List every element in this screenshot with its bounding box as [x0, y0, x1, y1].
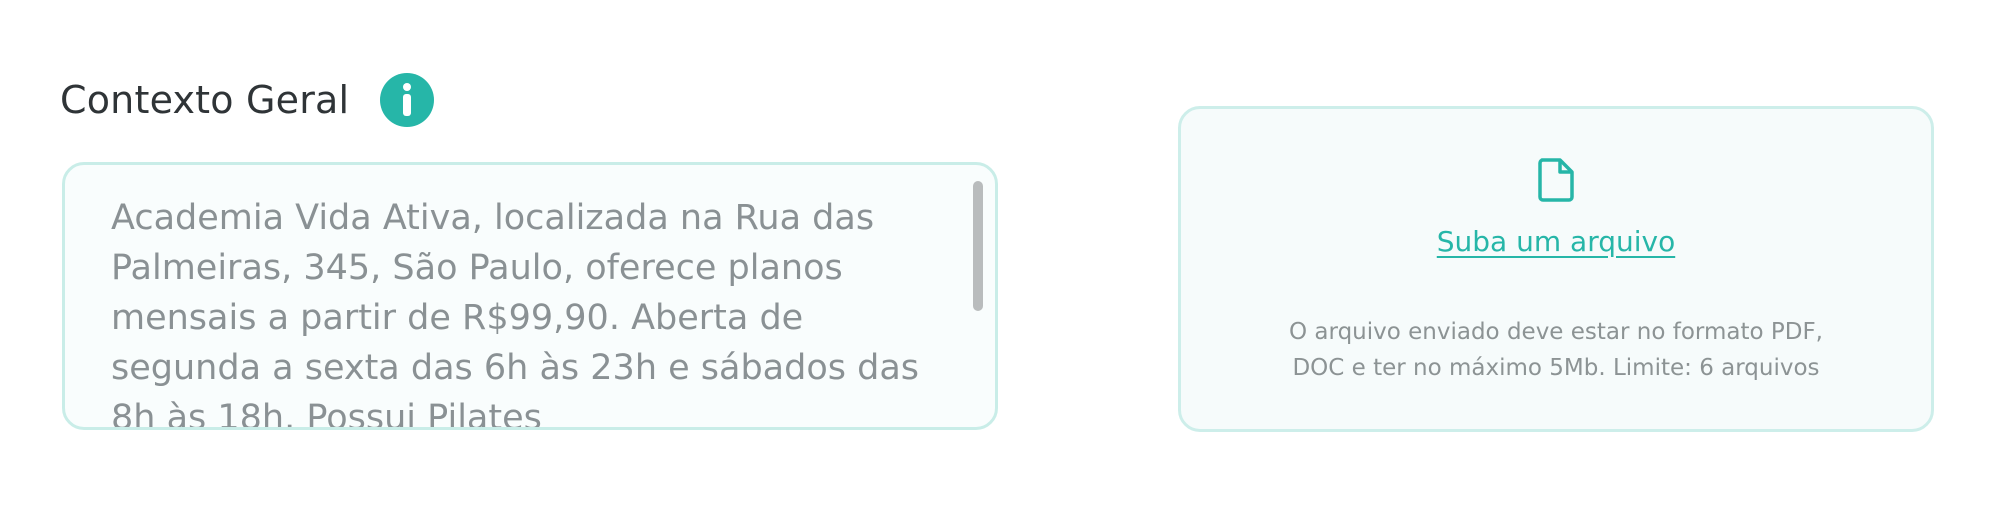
info-icon[interactable] [379, 72, 435, 128]
context-textarea[interactable]: Academia Vida Ativa, localizada na Rua d… [62, 162, 998, 430]
upload-note-line-2: DOC e ter no máximo 5Mb. Limite: 6 arqui… [1292, 355, 1820, 381]
section-title: Contexto Geral [60, 78, 350, 122]
file-icon [1536, 157, 1576, 203]
upload-content: Suba um arquivo O arquivo enviado deve e… [1181, 157, 1931, 386]
upload-note-line-1: O arquivo enviado deve estar no formato … [1289, 319, 1823, 345]
page: Contexto Geral Academia Vida Ativa, loca… [0, 0, 1994, 506]
section-header: Contexto Geral [60, 72, 435, 128]
textarea-scrollbar[interactable] [973, 181, 983, 417]
file-upload-dropzone[interactable]: Suba um arquivo O arquivo enviado deve e… [1178, 106, 1934, 432]
textarea-scrollbar-thumb[interactable] [973, 181, 983, 311]
upload-file-link[interactable]: Suba um arquivo [1437, 225, 1675, 258]
upload-requirements-note: O arquivo enviado deve estar no formato … [1236, 314, 1876, 386]
context-textarea-text[interactable]: Academia Vida Ativa, localizada na Rua d… [111, 193, 931, 427]
